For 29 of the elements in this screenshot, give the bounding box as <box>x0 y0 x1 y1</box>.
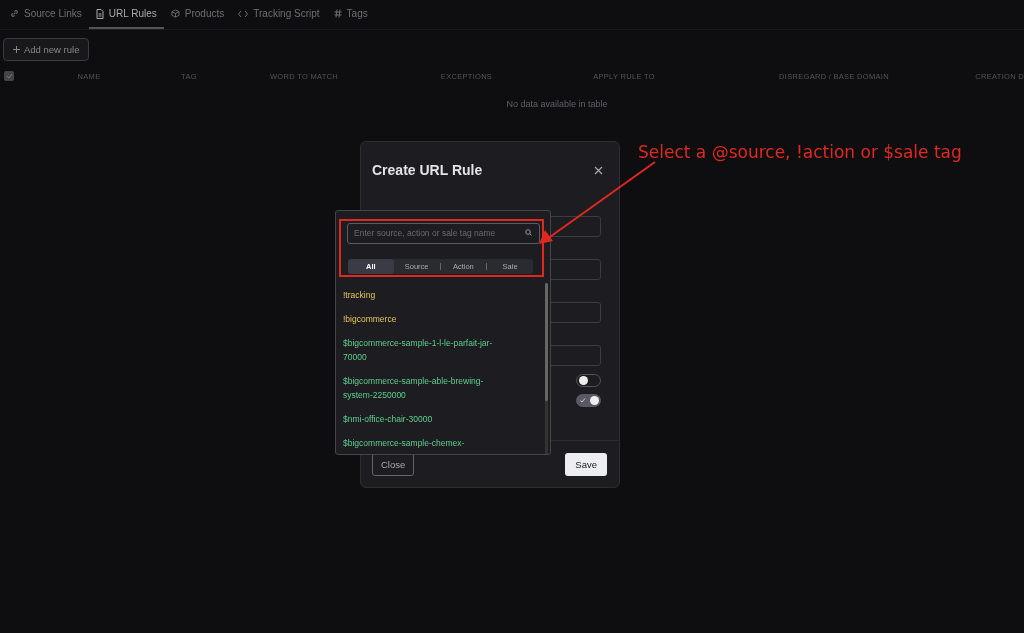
dialog-title: Create URL Rule <box>372 162 483 178</box>
save-button[interactable]: Save <box>565 453 607 476</box>
search-field[interactable]: Enter source, action or sale tag name <box>347 222 540 244</box>
tab[interactable]: Products <box>163 0 232 29</box>
tag-option[interactable]: !tracking <box>343 283 511 307</box>
tab[interactable]: Tags <box>326 0 375 29</box>
tag-option[interactable]: $bigcommerce-sample-1-l-le-parfait-jar-70000 <box>343 331 511 369</box>
toggle-switch[interactable] <box>576 394 601 407</box>
document-icon <box>95 8 104 19</box>
tag-option[interactable]: $bigcommerce-sample-chemex- <box>343 431 511 454</box>
plus-icon <box>13 46 20 53</box>
add-rule-button[interactable]: Add new rule <box>3 38 90 61</box>
checkbox[interactable] <box>4 71 14 81</box>
close-button[interactable] <box>594 165 603 175</box>
annotation-text: Select a @source, !action or $sale tag <box>638 142 962 162</box>
tab[interactable]: Source Links <box>3 0 89 29</box>
search-icon <box>525 229 532 236</box>
tag-option[interactable]: !bigcommerce <box>343 307 511 331</box>
cube-icon <box>170 9 180 18</box>
tab[interactable]: Tracking Script <box>231 0 327 29</box>
tag-option[interactable]: $bigcommerce-sample-able-brewing-system-2250000 <box>343 369 511 407</box>
scrollbar-thumb[interactable] <box>545 283 548 401</box>
hash-icon <box>333 9 342 18</box>
link-icon <box>10 9 19 18</box>
code-icon <box>238 9 249 18</box>
tab[interactable]: URL Rules <box>88 0 164 29</box>
check-icon <box>580 398 586 403</box>
empty-table-message: No data available in table <box>505 99 609 109</box>
tag-option[interactable]: $nmi-office-chair-30000 <box>343 407 511 431</box>
